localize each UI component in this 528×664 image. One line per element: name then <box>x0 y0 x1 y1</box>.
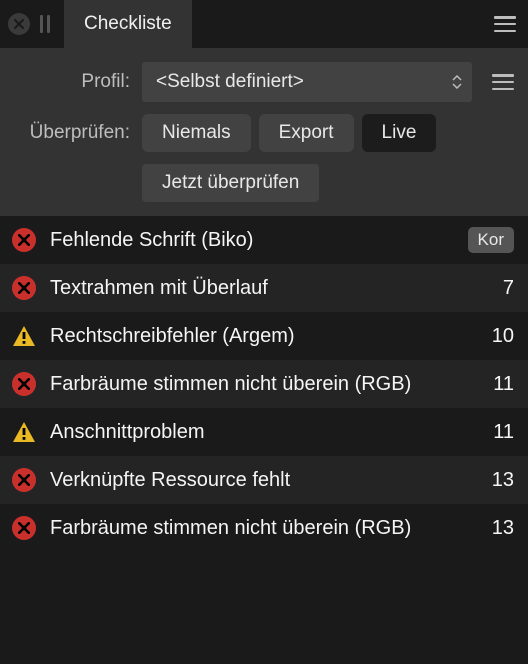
list-item[interactable]: Verknüpfte Ressource fehlt 13 <box>0 456 528 504</box>
item-text: Farbräume stimmen nicht überein (RGB) <box>50 371 473 397</box>
warning-icon <box>11 419 37 445</box>
panel-tabbar: Checkliste <box>0 0 528 48</box>
check-mode-export[interactable]: Export <box>259 114 354 152</box>
list-item[interactable]: Farbräume stimmen nicht überein (RGB) 11 <box>0 360 528 408</box>
list-item[interactable]: Rechtschreibfehler (Argem) 10 <box>0 312 528 360</box>
profile-menu-button[interactable] <box>490 74 516 90</box>
error-icon <box>12 468 36 492</box>
warning-icon <box>11 323 37 349</box>
item-text: Rechtschreibfehler (Argem) <box>50 323 472 349</box>
profile-stepper[interactable] <box>452 75 462 89</box>
profile-label: Profil: <box>12 71 142 93</box>
item-text: Fehlende Schrift (Biko) <box>50 227 456 253</box>
item-text: Textrahmen mit Überlauf <box>50 275 483 301</box>
item-count: 7 <box>495 277 514 300</box>
profile-value: <Selbst definiert> <box>156 71 452 93</box>
error-icon <box>12 228 36 252</box>
item-count: 11 <box>485 421 514 444</box>
list-item[interactable]: Textrahmen mit Überlauf 7 <box>0 264 528 312</box>
tab-checkliste[interactable]: Checkliste <box>64 0 192 48</box>
check-mode-never[interactable]: Niemals <box>142 114 251 152</box>
menu-icon <box>492 74 514 90</box>
panel-menu-button[interactable] <box>490 9 520 39</box>
error-icon <box>12 516 36 540</box>
item-count: 11 <box>485 373 514 396</box>
error-icon <box>12 276 36 300</box>
close-icon <box>14 19 24 29</box>
item-count: 13 <box>484 517 514 540</box>
panel-drag-handle[interactable] <box>40 15 50 33</box>
item-text: Anschnittproblem <box>50 419 473 445</box>
check-mode-group: Niemals Export Live <box>142 114 436 152</box>
item-count: 10 <box>484 325 514 348</box>
results-list: Fehlende Schrift (Biko) Kor Textrahmen m… <box>0 216 528 552</box>
menu-icon <box>494 16 516 32</box>
tab-label: Checkliste <box>84 13 172 35</box>
chevron-down-icon <box>452 83 462 89</box>
list-item[interactable]: Fehlende Schrift (Biko) Kor <box>0 216 528 264</box>
chevron-up-icon <box>452 75 462 81</box>
profile-select[interactable]: <Selbst definiert> <box>142 62 472 102</box>
item-count: 13 <box>484 469 514 492</box>
item-text: Verknüpfte Ressource fehlt <box>50 467 472 493</box>
close-panel-button[interactable] <box>8 13 30 35</box>
list-item[interactable]: Farbräume stimmen nicht überein (RGB) 13 <box>0 504 528 552</box>
item-badge[interactable]: Kor <box>468 227 514 253</box>
list-item[interactable]: Anschnittproblem 11 <box>0 408 528 456</box>
error-icon <box>12 372 36 396</box>
check-mode-live[interactable]: Live <box>362 114 437 152</box>
item-text: Farbräume stimmen nicht überein (RGB) <box>50 515 472 541</box>
check-now-button[interactable]: Jetzt überprüfen <box>142 164 319 202</box>
controls-area: Profil: <Selbst definiert> Überprüfen: N… <box>0 48 528 216</box>
check-label: Überprüfen: <box>12 122 142 144</box>
